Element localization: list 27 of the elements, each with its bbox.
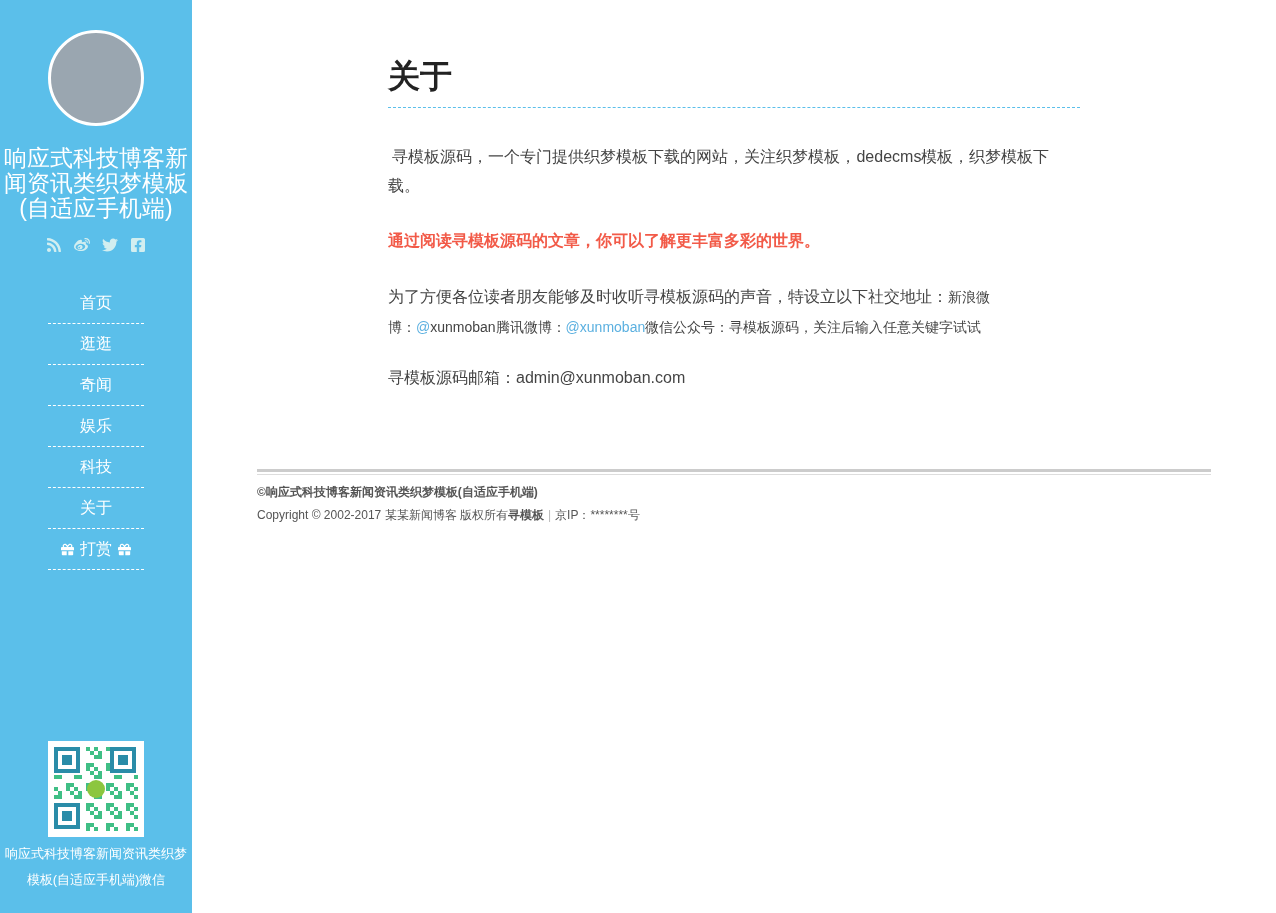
nav-link[interactable]: 关于 (48, 488, 144, 529)
gift-icon (61, 542, 74, 556)
copyright-text: Copyright © 2002-2017 某某新闻博客 版权所有 (257, 508, 508, 522)
email-text: 寻模板源码邮箱：admin@xunmoban.com (388, 368, 687, 388)
page-title: 关于 (388, 55, 1080, 108)
rss-icon[interactable] (46, 237, 62, 253)
site-title: 响应式科技博客新闻资讯类织梦模板(自适应手机端) (3, 146, 189, 221)
intro-paragraph: 寻模板源码，一个专门提供织梦模板下载的网站，关注织梦模板，dedecms模板，织梦模板下载。 (388, 147, 1051, 196)
copyright-text: 京IP：********号 (555, 508, 640, 522)
twitter-icon[interactable] (102, 237, 118, 253)
separator: | (547, 508, 552, 522)
weibo-icon[interactable] (74, 237, 90, 253)
footer-link[interactable]: 寻模板 (507, 508, 544, 522)
nav-link[interactable]: 打赏 (48, 529, 144, 570)
social-link[interactable]: @ (416, 319, 431, 335)
social-link[interactable]: @xunmoban (565, 319, 646, 335)
qr-caption: 响应式科技博客新闻资讯类织梦模板(自适应手机端)微信 (4, 845, 188, 889)
nav-link[interactable]: 逛逛 (48, 324, 144, 365)
nav-link[interactable]: 娱乐 (48, 406, 144, 447)
highlight-text: 通过阅读寻模板源码的文章，你可以了解更丰富多彩的世界。 (388, 231, 821, 251)
nav-link[interactable]: 科技 (48, 447, 144, 488)
footer-site-name: ©响应式科技博客新闻资讯类织梦模板(自适应手机端) (257, 484, 539, 501)
social-paragraph: 为了方便各位读者朋友能够及时收听寻模板源码的声音，特设立以下社交地址：新浪微博：@xunmoban腾讯微博：@xunmoban微信公众号：寻模板源码，关注后输入任意关键字试试 (388, 287, 991, 337)
nav-link[interactable]: 首页 (48, 283, 144, 324)
facebook-icon[interactable] (130, 237, 146, 253)
gift-icon (118, 542, 131, 556)
nav-link[interactable]: 奇闻 (48, 365, 144, 406)
